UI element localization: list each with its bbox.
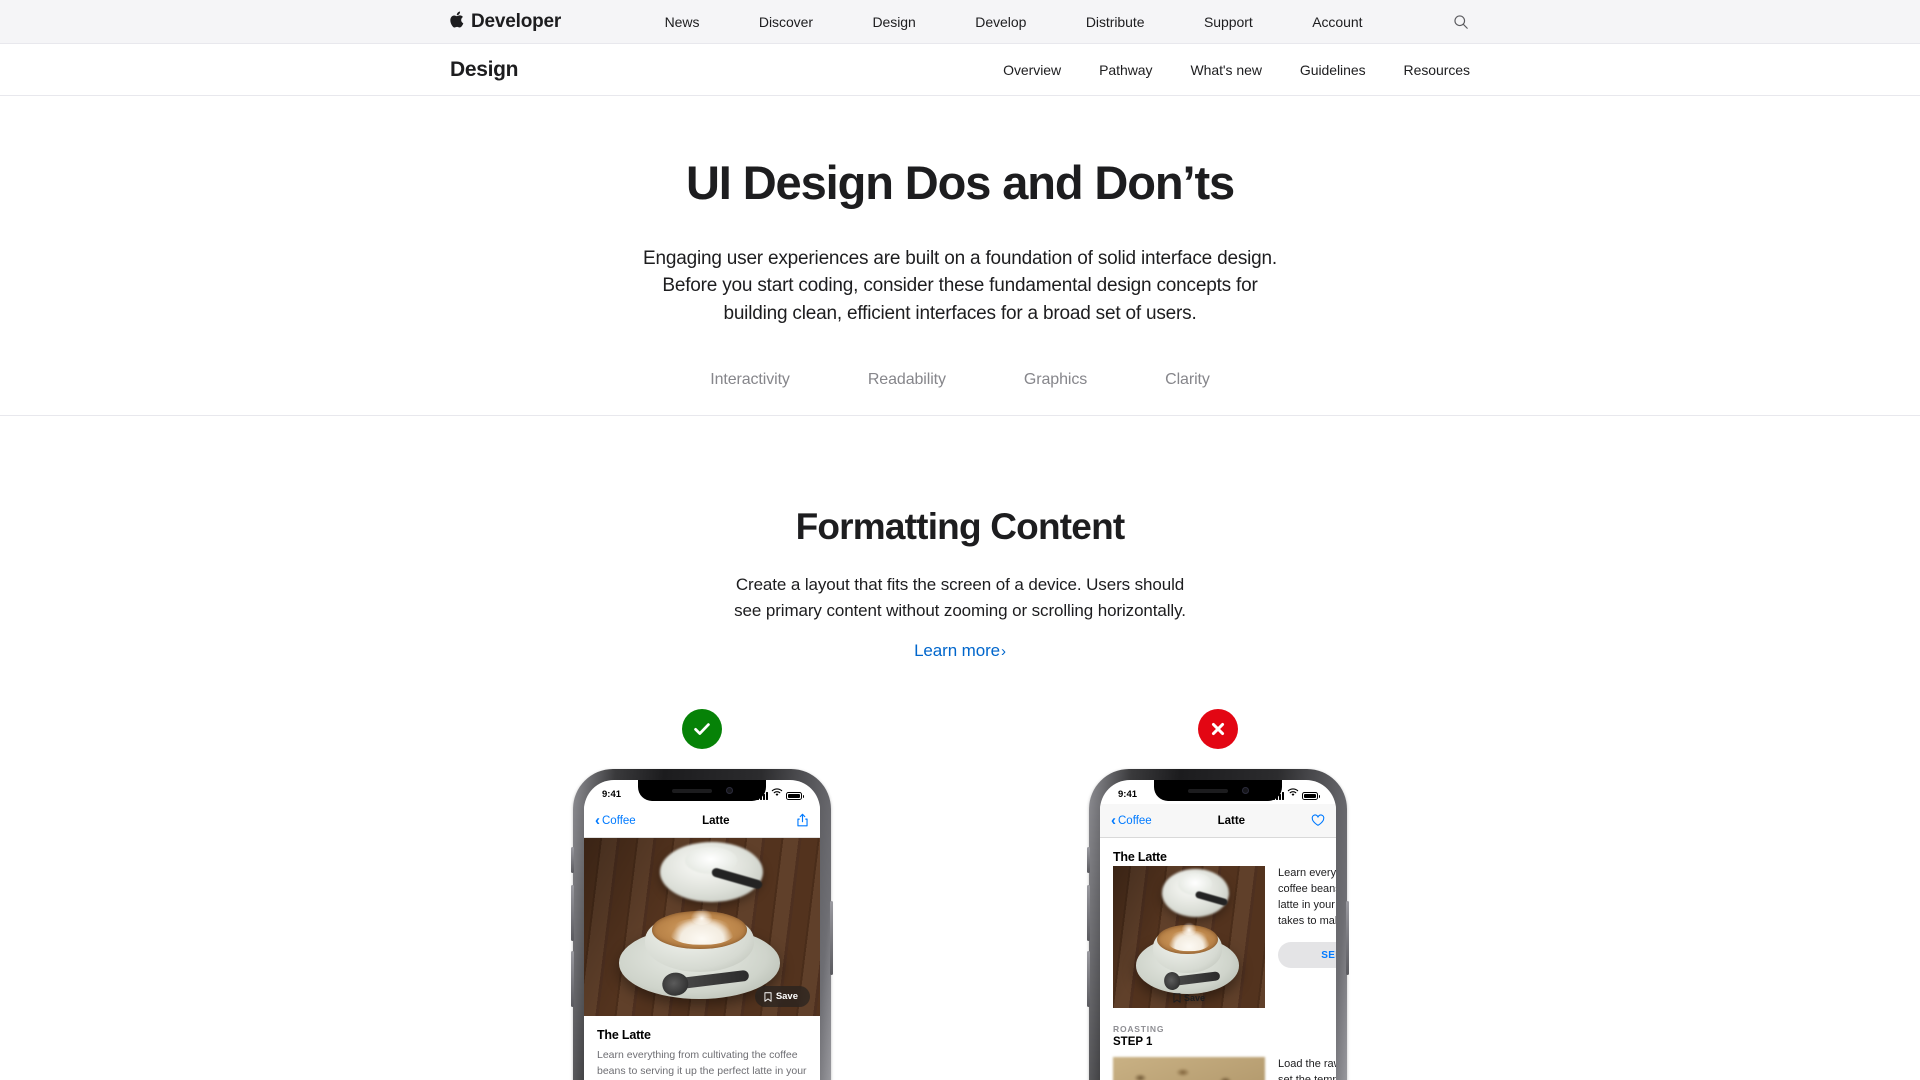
developer-logo[interactable]: Developer: [450, 11, 561, 33]
wifi-icon: [1287, 788, 1299, 800]
apple-logo-icon: [450, 11, 466, 30]
see-recipe-button-bad[interactable]: SEE RECIPE: [1278, 942, 1336, 969]
lnav-item-guidelines[interactable]: Guidelines: [1300, 62, 1366, 78]
back-button-bad[interactable]: ‹ Coffee: [1111, 813, 1152, 828]
battery-icon: [1302, 792, 1319, 801]
local-nav: Design Overview Pathway What's new Guide…: [0, 44, 1920, 96]
notch: [1154, 780, 1282, 802]
roasting-step: STEP 1: [1113, 1036, 1153, 1049]
battery-icon: [786, 792, 803, 801]
phone-screen-bad: 9:41 ‹ Coffee Latte The Latte Save Learn…: [1100, 780, 1336, 1080]
app-nav-title-bad: Latte: [1217, 814, 1246, 827]
formatting-content-section: Formatting Content Create a layout that …: [0, 416, 1920, 1080]
section-title: Formatting Content: [795, 506, 1126, 548]
global-nav-links: News Discover Design Develop Distribute …: [605, 14, 1422, 30]
wifi-icon: [771, 788, 783, 800]
gnav-item-design[interactable]: Design: [873, 14, 916, 30]
example-good: 9:41 ‹ Coffee Latte Save The Latte Learn…: [562, 709, 842, 1080]
article-body-good: Learn everything from cultivating the co…: [597, 1049, 807, 1078]
lnav-item-pathway[interactable]: Pathway: [1099, 62, 1152, 78]
lnav-item-resources[interactable]: Resources: [1404, 62, 1471, 78]
article-title-good: The Latte: [597, 1028, 651, 1043]
hero-photo-bad: Save: [1113, 866, 1265, 1009]
close-icon: [1198, 709, 1238, 750]
learn-more-link[interactable]: Learn more›: [914, 641, 1006, 661]
status-time: 9:41: [602, 788, 622, 800]
roasting-kicker: ROASTING: [1113, 1024, 1165, 1035]
back-button-good[interactable]: ‹ Coffee: [595, 813, 636, 828]
gnav-item-distribute[interactable]: Distribute: [1086, 14, 1145, 30]
section-body-line-1: Create a layout that fits the screen of …: [735, 575, 1185, 595]
phone-mockup-good: 9:41 ‹ Coffee Latte Save The Latte Learn…: [571, 769, 833, 1080]
article-body-row-bad: Save Learn everything from cultivating t…: [1100, 866, 1336, 1009]
chevron-left-icon: ‹: [595, 812, 600, 830]
developer-wordmark: Developer: [471, 10, 562, 32]
global-nav: Developer News Discover Design Develop D…: [0, 0, 1920, 44]
tab-graphics[interactable]: Graphics: [1024, 371, 1087, 389]
app-nav-title-good: Latte: [702, 814, 730, 827]
phone-mockup-bad: 9:41 ‹ Coffee Latte The Latte Save Learn…: [1087, 769, 1349, 1080]
article-header-bad: The Latte: [1100, 838, 1336, 866]
gnav-item-discover[interactable]: Discover: [759, 14, 813, 30]
section-body-line-2: see primary content without zooming or s…: [734, 600, 1186, 620]
article-body-bad: Learn everything from cultivating the co…: [1278, 867, 1336, 928]
section-body: Create a layout that fits the screen of …: [0, 572, 1920, 623]
heart-icon[interactable]: [1311, 814, 1325, 827]
notch: [638, 780, 766, 802]
back-button-label: Coffee: [1118, 814, 1152, 827]
app-nav-bar-good: ‹ Coffee Latte: [584, 804, 820, 839]
checkmark-icon: [682, 709, 722, 750]
article-title-bad: The Latte: [1113, 850, 1167, 865]
share-icon[interactable]: [796, 813, 809, 828]
gnav-item-develop[interactable]: Develop: [975, 14, 1026, 30]
roasting-section-bad: ROASTING STEP 1 Load the raw beans into …: [1100, 1008, 1336, 1080]
chevron-left-icon: ‹: [1111, 812, 1116, 830]
save-label: Save: [1183, 993, 1206, 1004]
bookmark-outline-icon: [1173, 993, 1181, 1004]
hero-subtitle-line-2: Before you start coding, consider these …: [662, 275, 1258, 297]
roasting-photo: [1113, 1057, 1265, 1080]
gnav-item-news[interactable]: News: [665, 14, 700, 30]
lnav-item-overview[interactable]: Overview: [1003, 62, 1061, 78]
save-button-good[interactable]: Save: [754, 986, 810, 1008]
back-button-label: Coffee: [602, 814, 636, 827]
app-nav-bar-bad: ‹ Coffee Latte: [1100, 804, 1336, 839]
gnav-item-support[interactable]: Support: [1204, 14, 1253, 30]
hero-subtitle: Engaging user experiences are built on a…: [610, 245, 1310, 328]
status-time: 9:41: [1118, 788, 1138, 800]
category-tabs: Interactivity Readability Graphics Clari…: [0, 371, 1920, 415]
tab-clarity[interactable]: Clarity: [1165, 371, 1210, 389]
lnav-item-whats-new[interactable]: What's new: [1190, 62, 1261, 78]
tab-interactivity[interactable]: Interactivity: [710, 371, 790, 389]
phone-screen-good: 9:41 ‹ Coffee Latte Save The Latte Learn…: [584, 780, 820, 1080]
save-label: Save: [775, 991, 798, 1003]
search-icon[interactable]: [1452, 13, 1470, 31]
examples-row: 9:41 ‹ Coffee Latte Save The Latte Learn…: [0, 709, 1920, 1080]
example-bad: 9:41 ‹ Coffee Latte The Latte Save Learn…: [1078, 709, 1358, 1080]
gnav-item-account[interactable]: Account: [1312, 14, 1362, 30]
learn-more-label: Learn more: [914, 641, 1001, 661]
hero-subtitle-line-1: Engaging user experiences are built on a…: [643, 247, 1277, 269]
local-nav-title[interactable]: Design: [450, 58, 519, 82]
tab-readability[interactable]: Readability: [868, 371, 946, 389]
hero-section: UI Design Dos and Don’ts Engaging user e…: [0, 96, 1920, 417]
chevron-right-icon: ›: [1001, 643, 1006, 661]
save-button-bad[interactable]: Save: [1173, 993, 1205, 1003]
hero-photo-good: Save: [584, 838, 820, 1017]
page-title: UI Design Dos and Don’ts: [685, 156, 1235, 209]
hero-subtitle-line-3: building clean, efficient interfaces for…: [723, 302, 1197, 324]
local-nav-links: Overview Pathway What's new Guidelines R…: [1003, 62, 1470, 78]
bookmark-icon: [764, 992, 772, 1002]
article-good: The Latte Learn everything from cultivat…: [584, 1016, 820, 1080]
overflowing-content: 9:41 ‹ Coffee Latte The Latte Save Learn…: [1100, 780, 1336, 1080]
roasting-body: Load the raw beans into the roaster and …: [1278, 1058, 1336, 1080]
